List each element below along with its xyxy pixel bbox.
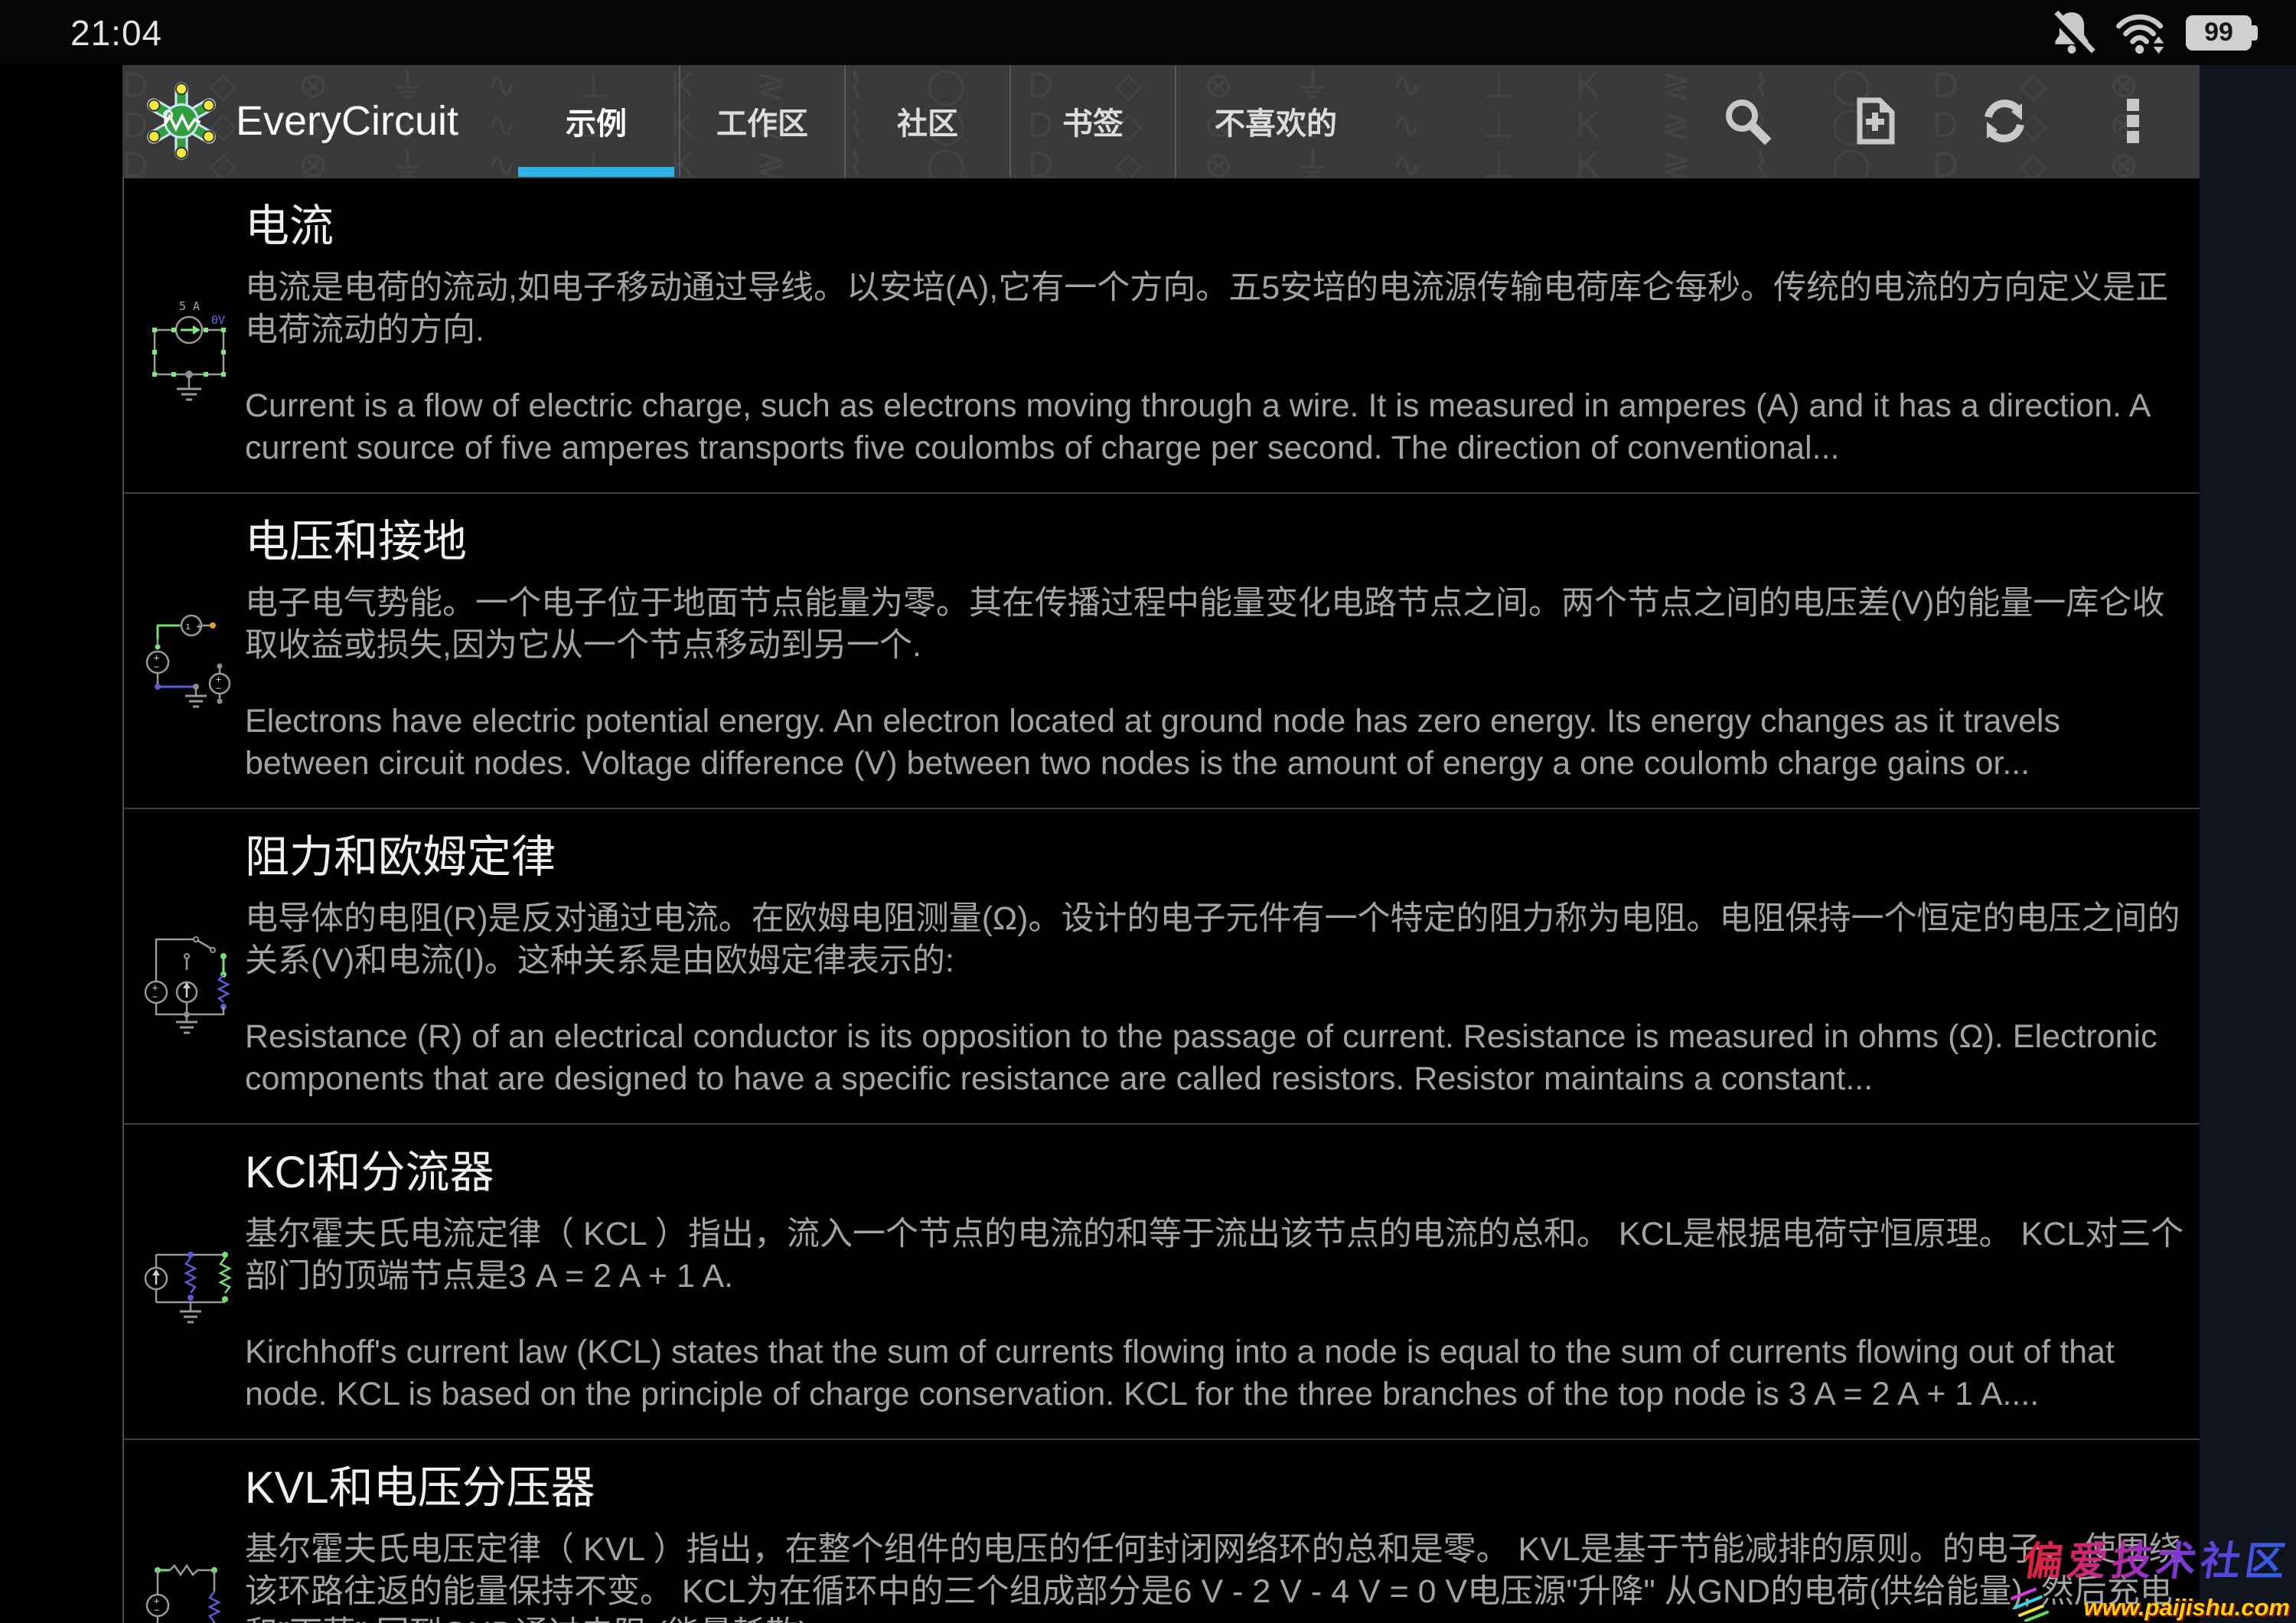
- item-title: 电压和接地: [245, 512, 2187, 572]
- app-window: D ◇ ⊗ ⏚ ∿ ⊥ K ≷ ⌇ ◯ D ◇ ⊗ ⏚ ∿ ⊥ K ≷ ⌇ ◯ …: [122, 65, 2200, 1623]
- list-item-kvl[interactable]: + − KVL和电压分压器 基尔霍夫氏电压定律（ KVL ）指出，在整个组件的电…: [124, 1438, 2200, 1623]
- list-item-ohms-law[interactable]: + −: [124, 808, 2200, 1123]
- item-title: KCl和分流器: [245, 1143, 2187, 1203]
- watermark-url: www.paijishu.com: [2084, 1594, 2290, 1621]
- list-item-kcl[interactable]: KCl和分流器 基尔霍夫氏电流定律（ KCL ）指出，流入一个节点的电流的和等于…: [124, 1123, 2200, 1438]
- tab-workspace[interactable]: 工作区: [679, 65, 844, 177]
- item-title: 阻力和欧姆定律: [245, 828, 2187, 887]
- window-right-margin: [2200, 65, 2296, 1623]
- tab-underline: [518, 167, 674, 177]
- status-bar: 21:04 99: [0, 0, 2296, 65]
- wifi-icon: [2115, 6, 2169, 60]
- tab-community[interactable]: 社区: [844, 65, 1009, 177]
- circuit-thumbnail: 5 A 0V: [141, 286, 236, 412]
- item-description-en: Resistance (R) of an electrical conducto…: [245, 1016, 2187, 1100]
- watermark: 偏爱技术社区 www.paijishu.com: [2004, 1529, 2290, 1621]
- add-circuit-icon[interactable]: [1849, 94, 1903, 148]
- item-description-zh: 基尔霍夫氏电流定律（ KCL ）指出，流入一个节点的电流的和等于流出该节点的电流…: [245, 1213, 2187, 1298]
- sync-icon[interactable]: [1978, 94, 2031, 148]
- svg-text:−: −: [154, 661, 159, 672]
- tab-examples[interactable]: 示例: [514, 65, 679, 177]
- screen: 21:04 99 D: [0, 0, 2296, 1623]
- svg-text:−: −: [152, 991, 158, 1002]
- tab-bookmarks[interactable]: 书签: [1009, 65, 1175, 177]
- svg-text:−: −: [154, 1605, 159, 1615]
- list-item-voltage-ground[interactable]: ı + + − +: [124, 492, 2200, 808]
- svg-text:5 A: 5 A: [179, 299, 200, 313]
- battery-indicator: 99: [2186, 15, 2252, 51]
- item-title: KVL和电压分压器: [245, 1458, 2187, 1518]
- item-description-en: Electrons have electric potential energy…: [245, 700, 2187, 785]
- item-title: 电流: [245, 197, 2187, 256]
- circuit-thumbnail: + −: [141, 916, 240, 1043]
- circuit-thumbnail: + −: [141, 1547, 236, 1623]
- list-item-current[interactable]: 5 A 0V 电流: [124, 177, 2200, 492]
- tab-bar: 示例 工作区 社区 书签 不喜欢的: [514, 65, 1375, 177]
- everycircuit-logo-icon: [142, 82, 220, 160]
- app-bar: D ◇ ⊗ ⏚ ∿ ⊥ K ≷ ⌇ ◯ D ◇ ⊗ ⏚ ∿ ⊥ K ≷ ⌇ ◯ …: [122, 65, 2200, 177]
- item-description-zh: 电流是电荷的流动,如电子移动通过导线。以安培(A),它有一个方向。五5安培的电流…: [245, 267, 2187, 351]
- example-list: 5 A 0V 电流: [122, 177, 2200, 1623]
- tab-disliked[interactable]: 不喜欢的: [1175, 65, 1375, 177]
- circuit-thumbnail: [141, 1232, 240, 1347]
- item-description-en: Kirchhoff's current law (KCL) states tha…: [245, 1331, 2187, 1416]
- item-description-en: Current is a flow of electric charge, su…: [245, 385, 2187, 469]
- battery-level: 99: [2204, 18, 2233, 47]
- app-title: EveryCircuit: [236, 97, 458, 145]
- search-icon[interactable]: [1720, 94, 1774, 148]
- svg-text:ı +: ı +: [185, 621, 202, 632]
- overflow-menu-icon[interactable]: [2106, 94, 2160, 148]
- item-description-zh: 电子电气势能。一个电子位于地面节点能量为零。其在传播过程中能量变化电路节点之间。…: [245, 583, 2187, 667]
- watermark-streaks-icon: [2004, 1588, 2073, 1621]
- status-icons: 99: [2045, 6, 2252, 60]
- item-description-zh: 基尔霍夫氏电压定律（ KVL ）指出，在整个组件的电压的任何封闭网络环的总和是零…: [245, 1529, 2187, 1623]
- svg-text:−: −: [216, 683, 221, 694]
- status-clock: 21:04: [70, 12, 162, 54]
- watermark-title: 偏爱技术社区: [2000, 1529, 2294, 1586]
- svg-text:0V: 0V: [211, 313, 225, 327]
- item-description-zh: 电导体的电阻(R)是反对通过电流。在欧姆电阻测量(Ω)。设计的电子元件有一个特定…: [245, 898, 2187, 982]
- notifications-off-icon: [2045, 6, 2099, 60]
- appbar-actions: [1720, 94, 2160, 148]
- circuit-thumbnail: ı + + − +: [141, 601, 236, 727]
